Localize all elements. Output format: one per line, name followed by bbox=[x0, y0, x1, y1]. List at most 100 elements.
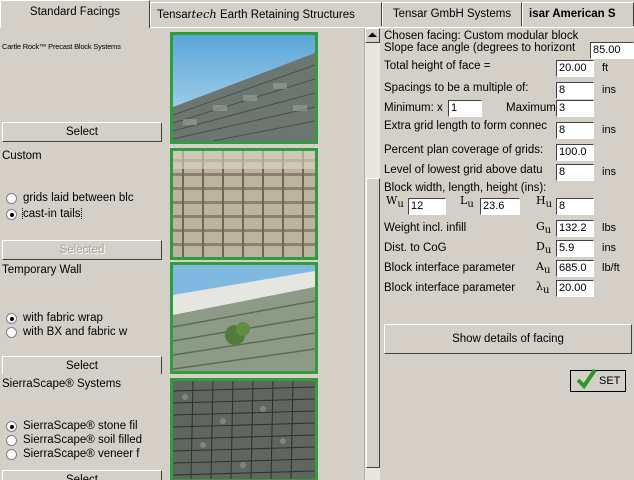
plan-coverage-label: Percent plan coverage of grids: bbox=[384, 144, 544, 156]
symbol-letter: G bbox=[536, 220, 545, 233]
chevron-up-icon bbox=[368, 32, 377, 37]
symbol-subscript: u bbox=[544, 245, 552, 257]
option-label: SierraScape® soil filled bbox=[23, 434, 143, 446]
option-label: with BX and fabric w bbox=[23, 326, 128, 338]
block-height-input[interactable]: 8 bbox=[556, 198, 594, 215]
weight-unit: lbs bbox=[602, 222, 617, 234]
checkmark-icon bbox=[576, 368, 597, 390]
option-grids-between-blocks[interactable]: grids laid between blc bbox=[2, 192, 166, 204]
interface-lambda-symbol: λu bbox=[536, 280, 549, 296]
radio-icon[interactable] bbox=[6, 192, 17, 204]
block-dimensions-label: Block width, length, height (ins): bbox=[384, 182, 547, 194]
facing-settings-panel: Chosen facing: Custom modular block Slop… bbox=[380, 28, 634, 480]
radio-icon[interactable] bbox=[6, 448, 17, 460]
tab-label-prefix: Tensar bbox=[157, 9, 192, 21]
extra-grid-length-label: Extra grid length to form connec bbox=[384, 120, 547, 132]
select-button[interactable]: Select bbox=[2, 356, 162, 376]
symbol-letter: A bbox=[536, 260, 544, 273]
select-button[interactable]: Select bbox=[2, 470, 162, 480]
lowest-grid-label: Level of lowest grid above datu bbox=[384, 164, 543, 176]
minimum-input[interactable]: 1 bbox=[448, 100, 482, 117]
facing-entry-temporary-wall: Temporary Wall with fabric wrap with BX … bbox=[0, 260, 364, 376]
weight-symbol: Gu bbox=[536, 220, 551, 236]
total-height-input[interactable]: 20.00 bbox=[556, 60, 594, 77]
interface-param-lambda-input[interactable]: 20.00 bbox=[556, 280, 594, 297]
facing-entry-custom: Custom grids laid between blc cast-in ta… bbox=[0, 146, 364, 260]
cog-symbol: Du bbox=[536, 240, 551, 256]
facing-list: Cartle Rock™ Precast Block Systems Selec… bbox=[0, 28, 364, 480]
precast-block-wall-image bbox=[173, 35, 315, 141]
lowest-grid-unit: ins bbox=[602, 166, 617, 178]
tab-tensartech-earth-retaining[interactable]: Tensartech Earth Retaining Structures bbox=[150, 2, 382, 26]
option-fabric-wrap[interactable]: with fabric wrap bbox=[2, 312, 166, 324]
option-bx-and-fabric[interactable]: with BX and fabric w bbox=[2, 326, 166, 338]
symbol-subscript: u bbox=[545, 199, 553, 211]
tab-tensar-gmbh[interactable]: Tensar GmbH Systems bbox=[382, 2, 522, 26]
facing-name: Cartle Rock™ Precast Block Systems bbox=[2, 42, 121, 51]
radio-icon[interactable] bbox=[6, 326, 17, 338]
sierrascape-wall-image bbox=[173, 381, 315, 479]
block-width-input[interactable]: 12 bbox=[408, 198, 446, 215]
show-details-button[interactable]: Show details of facing bbox=[384, 324, 632, 354]
block-length-input[interactable]: 23.6 bbox=[480, 198, 520, 215]
option-sierrascape-soil[interactable]: SierraScape® soil filled bbox=[2, 434, 166, 446]
facing-info: Temporary Wall with fabric wrap with BX … bbox=[0, 260, 168, 376]
interface-param-a-input[interactable]: 685.0 bbox=[556, 260, 594, 277]
facing-name: SierraScape® Systems bbox=[2, 378, 122, 390]
scroll-thumb[interactable] bbox=[366, 178, 380, 468]
facing-info: SierraScape® Systems SierraScape® stone … bbox=[0, 374, 168, 480]
option-sierrascape-stone[interactable]: SierraScape® stone fil bbox=[2, 420, 166, 432]
modular-block-wall-image bbox=[173, 151, 315, 257]
scroll-up-button[interactable] bbox=[365, 28, 380, 43]
tab-tensar-american[interactable]: isar American S bbox=[522, 2, 634, 26]
radio-icon[interactable] bbox=[6, 434, 17, 446]
radio-selected-icon[interactable] bbox=[6, 420, 17, 432]
cog-distance-input[interactable]: 5.9 bbox=[556, 240, 594, 257]
lowest-grid-input[interactable]: 8 bbox=[556, 164, 594, 181]
facing-photo-temporary-wall[interactable] bbox=[170, 262, 318, 374]
option-sierrascape-veneer[interactable]: SierraScape® veneer f bbox=[2, 448, 166, 460]
tab-label-suffix: Earth Retaining Structures bbox=[216, 9, 355, 21]
option-label: SierraScape® stone fil bbox=[23, 420, 138, 432]
set-button[interactable]: SET bbox=[570, 368, 626, 392]
cog-distance-label: Dist. to CoG bbox=[384, 242, 447, 254]
tensartech-logo: tech bbox=[191, 7, 217, 21]
extra-grid-length-input[interactable]: 8 bbox=[556, 122, 594, 139]
option-label: with fabric wrap bbox=[23, 312, 103, 324]
weight-label: Weight incl. infill bbox=[384, 222, 467, 234]
total-height-label: Total height of face = bbox=[384, 60, 491, 72]
block-height-symbol: Hu bbox=[536, 194, 552, 210]
symbol-subscript: u bbox=[467, 199, 474, 211]
interface-param-lambda-label: Block interface parameter bbox=[384, 282, 516, 294]
selected-button: Selected bbox=[2, 240, 162, 260]
radio-selected-icon[interactable] bbox=[6, 208, 17, 220]
facing-photo-custom[interactable] bbox=[170, 148, 318, 260]
slope-angle-input[interactable]: 85.00 bbox=[590, 42, 634, 59]
option-label: cast-in tails bbox=[22, 208, 82, 220]
facing-list-scrollbar[interactable] bbox=[364, 28, 380, 480]
option-label: SierraScape® veneer f bbox=[23, 448, 140, 460]
tab-label: Standard Facings bbox=[29, 6, 121, 18]
option-cast-in-tails[interactable]: cast-in tails bbox=[2, 208, 166, 220]
symbol-letter: D bbox=[536, 240, 545, 253]
maximum-input[interactable]: 3 bbox=[556, 100, 594, 117]
symbol-letter: H bbox=[536, 194, 546, 207]
option-label: grids laid between blc bbox=[23, 192, 134, 204]
facing-entry-cartle-rock: Cartle Rock™ Precast Block Systems Selec… bbox=[0, 28, 364, 146]
select-button[interactable]: Select bbox=[2, 122, 162, 142]
symbol-letter: W bbox=[386, 194, 398, 207]
extra-grid-length-unit: ins bbox=[602, 124, 617, 136]
radio-selected-icon[interactable] bbox=[6, 312, 17, 324]
button-label: Show details of facing bbox=[452, 333, 564, 345]
tab-standard-facings[interactable]: Standard Facings bbox=[0, 0, 150, 28]
weight-input[interactable]: 132.2 bbox=[556, 220, 594, 237]
facing-info: Cartle Rock™ Precast Block Systems Selec… bbox=[0, 28, 168, 146]
spacing-label: Spacings to be a multiple of: bbox=[384, 82, 529, 94]
facing-photo-sierrascape[interactable] bbox=[170, 378, 318, 480]
facing-info: Custom grids laid between blc cast-in ta… bbox=[0, 146, 168, 260]
spacing-input[interactable]: 8 bbox=[556, 82, 594, 99]
facing-photo-cartle-rock[interactable] bbox=[170, 32, 318, 144]
maximum-label: Maximum bbox=[506, 102, 556, 114]
plan-coverage-input[interactable]: 100.0 bbox=[556, 144, 594, 161]
cog-unit: ins bbox=[602, 242, 617, 254]
